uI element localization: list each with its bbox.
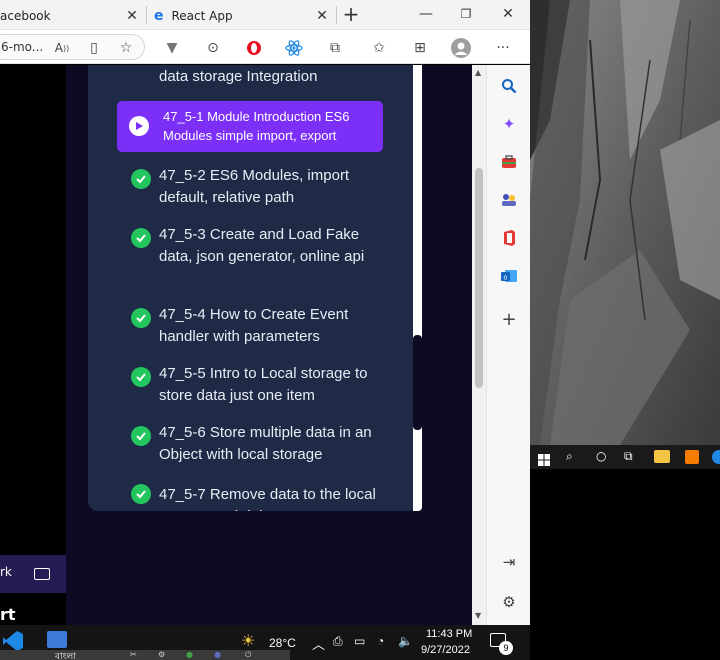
page-scroll-thumb[interactable]: [475, 168, 483, 388]
help-icon[interactable]: ●: [214, 650, 221, 659]
left-nav-strip[interactable]: rk: [0, 555, 66, 593]
tab-separator: [336, 6, 337, 24]
gear-icon[interactable]: ⚙: [158, 650, 165, 659]
office-icon[interactable]: [499, 228, 519, 248]
close-window-icon[interactable]: ✕: [498, 4, 518, 24]
clock-time[interactable]: 11:43 PM: [426, 628, 472, 640]
profile-avatar[interactable]: [451, 38, 471, 58]
close-tab-icon[interactable]: ✕: [314, 8, 330, 24]
page-content: data storage Integration 47_5-1 Module I…: [0, 65, 472, 625]
pin-icon[interactable]: ✂: [130, 650, 137, 659]
weather-sun-icon: ☀: [241, 631, 256, 650]
lesson-panel-scrollbar[interactable]: [413, 65, 422, 511]
check-circle-icon: [131, 308, 151, 328]
more-menu-icon[interactable]: ···: [493, 38, 513, 58]
edge-sidebar: ✦ o + ⇥ ⚙: [486, 65, 530, 625]
left-heading-fragment: rt: [0, 605, 16, 624]
lesson-item-prev[interactable]: data storage Integration: [159, 66, 317, 88]
show-hidden-icons[interactable]: ︿: [312, 634, 325, 653]
add-favorite-icon[interactable]: ☆: [116, 38, 136, 58]
lesson-item-active[interactable]: 47_5-1 Module Introduction ES6 Modules s…: [117, 101, 383, 152]
browser-toolbar: 6-mo... A)) ▯ ☆ ▼ ⊙ ⧉ ✩ ⊞ ···: [0, 30, 530, 64]
check-circle-icon: [131, 484, 151, 504]
settings-gear-icon[interactable]: ⚙: [499, 592, 519, 612]
lesson-item[interactable]: 47_5-7 Remove data to the local storage …: [131, 484, 391, 511]
sync-icon[interactable]: ●: [186, 650, 193, 659]
tab-strip: acebook ✕ e React App ✕ + — ❐ ✕: [0, 0, 530, 30]
lesson-label: 47_5-5 Intro to Local storage to store d…: [159, 365, 368, 404]
new-tab-icon[interactable]: +: [341, 4, 361, 24]
games-people-icon[interactable]: [499, 190, 519, 210]
check-circle-icon: [131, 169, 151, 189]
tab-react-app-label: React App: [171, 9, 233, 23]
check-circle-icon: [131, 426, 151, 446]
photos-icon[interactable]: [47, 631, 67, 648]
extension-code-icon[interactable]: ⊙: [203, 38, 223, 58]
desktop-wallpaper: [530, 0, 720, 445]
lesson-label: 47_5-6 Store multiple data in an Object …: [159, 424, 372, 463]
volume-icon[interactable]: 🔈: [398, 634, 413, 648]
weather-temp[interactable]: 28°C: [269, 636, 296, 650]
task-view-icon[interactable]: ⧉: [624, 449, 633, 464]
page-scrollbar[interactable]: ▲ ▼: [472, 65, 486, 625]
windows-start-icon[interactable]: [538, 451, 550, 466]
opera-extension-icon[interactable]: [244, 38, 264, 58]
play-icon: [129, 116, 149, 136]
clock-date[interactable]: 9/27/2022: [421, 644, 470, 656]
react-devtools-icon[interactable]: [284, 38, 304, 58]
tab-separator: [146, 6, 147, 24]
check-circle-icon: [131, 228, 151, 248]
tab-facebook-label: acebook: [0, 9, 51, 23]
extension-v-icon[interactable]: ▼: [162, 38, 182, 58]
tab-facebook[interactable]: acebook ✕: [0, 2, 142, 30]
lesson-label: 47_5-7 Remove data to the local storage …: [159, 486, 376, 511]
read-aloud-icon[interactable]: A)): [52, 38, 72, 58]
copilot-sparkle-icon[interactable]: ✦: [499, 114, 519, 134]
xampp-icon[interactable]: [685, 450, 699, 464]
window-icon: [34, 568, 50, 580]
language-indicator[interactable]: বাংলা: [55, 649, 76, 660]
lesson-active-label: 47_5-1 Module Introduction ES6 Modules s…: [163, 109, 350, 143]
left-nav-label: rk: [0, 565, 12, 579]
address-text: 6-mo...: [1, 40, 44, 54]
wifi-icon[interactable]: ◔: [377, 634, 384, 648]
edge-app-icon[interactable]: [712, 450, 720, 464]
power-icon[interactable]: ⏻: [245, 650, 251, 660]
extensions-icon[interactable]: ⧉: [325, 38, 345, 58]
video-area: [0, 65, 66, 625]
lesson-panel-scroll-thumb[interactable]: [413, 335, 422, 430]
immersive-reader-icon[interactable]: ▯: [84, 38, 104, 58]
close-tab-icon[interactable]: ✕: [124, 8, 140, 24]
meet-now-icon[interactable]: ⎙: [333, 634, 343, 649]
lesson-label: 47_5-4 How to Create Event handler with …: [159, 306, 349, 345]
secondary-taskbar: ⌕ ○ ⧉: [530, 445, 720, 469]
restore-icon[interactable]: ❐: [456, 4, 476, 24]
scroll-down-arrow-icon[interactable]: ▼: [475, 611, 481, 620]
tab-react-app[interactable]: e React App ✕: [154, 2, 332, 30]
tools-briefcase-icon[interactable]: [499, 152, 519, 172]
scroll-up-arrow-icon[interactable]: ▲: [475, 68, 481, 77]
outlook-icon[interactable]: o: [499, 266, 519, 286]
search-icon[interactable]: ⌕: [566, 449, 573, 464]
battery-icon[interactable]: ▭: [354, 634, 365, 648]
lesson-label: 47_5-3 Create and Load Fake data, json g…: [159, 226, 365, 265]
lesson-label: 47_5-2 ES6 Modules, import default, rela…: [159, 167, 350, 206]
notification-count-badge: 9: [499, 641, 513, 655]
add-sidebar-app-icon[interactable]: +: [499, 309, 519, 330]
svg-text:o: o: [504, 275, 508, 282]
hide-sidebar-icon[interactable]: ⇥: [499, 552, 519, 572]
favorites-icon[interactable]: ✩: [369, 38, 389, 58]
search-icon[interactable]: [499, 76, 519, 96]
cortana-icon[interactable]: ○: [596, 449, 606, 463]
black-screen-area: [530, 469, 720, 660]
secondary-taskbar-strip: বাংলা ✂ ⚙ ● ● ⏻: [0, 650, 290, 660]
check-circle-icon: [131, 367, 151, 387]
collections-icon[interactable]: ⊞: [410, 38, 430, 58]
file-explorer-icon[interactable]: [654, 450, 670, 463]
edge-e-icon: e: [154, 8, 164, 24]
minimize-icon[interactable]: —: [416, 4, 436, 24]
